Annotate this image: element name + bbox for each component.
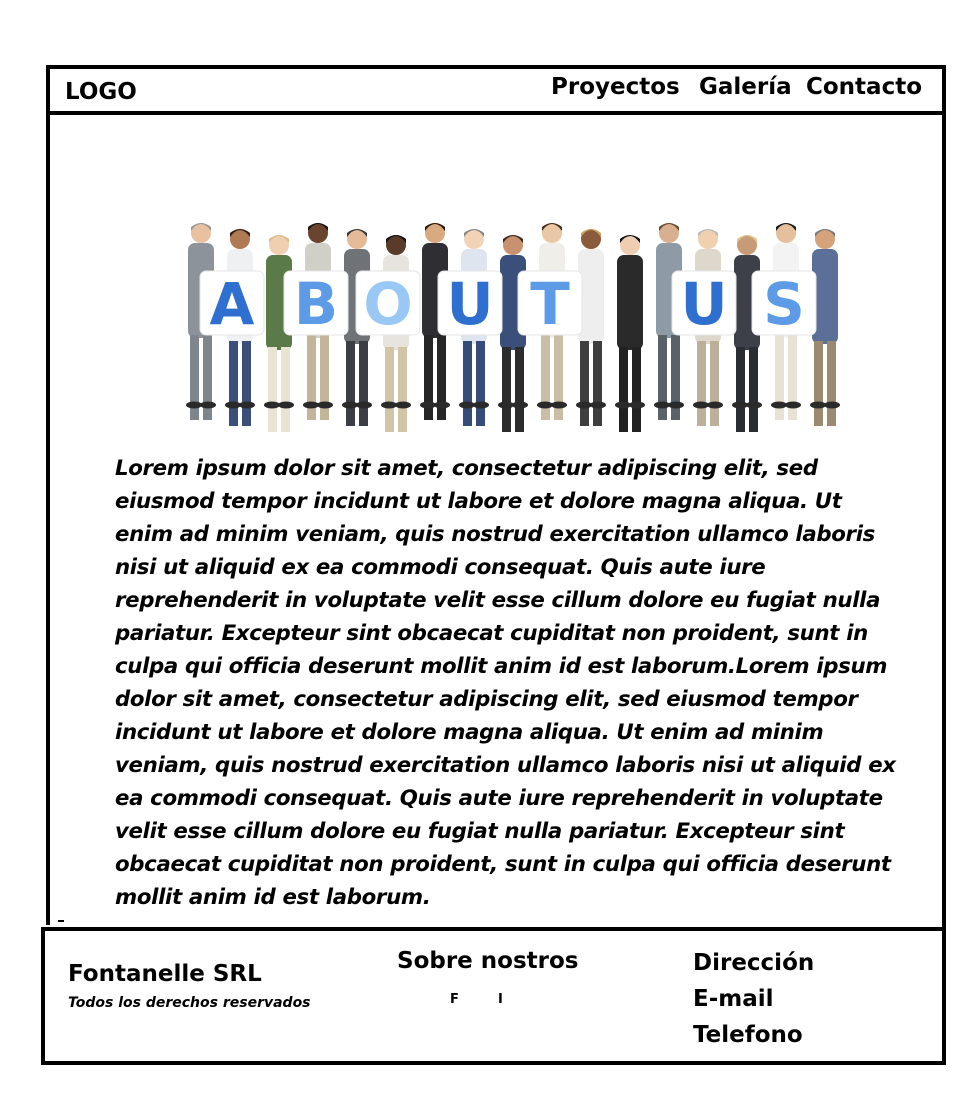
person-figure [615,235,645,432]
letter-card-text: A [210,270,255,338]
instagram-icon[interactable]: I [498,992,503,1007]
frame-border-right [942,65,946,1065]
letter-card-text: O [363,270,412,338]
facebook-icon[interactable]: F [450,992,459,1007]
frame-border-top [46,65,946,69]
letter-card: T [517,270,583,338]
footer-address-link[interactable]: Dirección [693,950,814,976]
nav-link-proyectos[interactable]: Proyectos [551,74,680,100]
letter-card: S [751,270,817,338]
letter-card: U [671,270,737,338]
nav-link-galeria[interactable]: Galería [699,74,792,100]
footer-company-name: Fontanelle SRL [68,961,262,987]
footer-about-link[interactable]: Sobre nostros [397,948,578,974]
letter-card: B [283,270,349,338]
letter-card: O [355,270,421,338]
footer-border-bottom [41,1061,946,1065]
letter-card-text: U [446,270,493,338]
letter-card-text: U [680,270,727,338]
footer-border-left [41,927,45,1063]
footer-phone-link[interactable]: Telefono [693,1022,803,1048]
frame-border-left [46,65,50,925]
about-us-hero-image: ABOUTUS [186,223,840,432]
footer-rights-text: Todos los derechos reservados [68,995,311,1011]
footer-email-link[interactable]: E-mail [693,986,774,1012]
letter-card-text: T [530,270,570,338]
stray-mark [58,920,64,922]
letter-card: A [199,270,265,338]
about-paragraph: Lorem ipsum dolor sit amet, consectetur … [115,456,896,910]
header-divider [50,111,946,115]
letter-card-text: B [294,270,338,338]
footer-divider [41,927,946,931]
letter-card: U [437,270,503,338]
letter-card-text: S [763,270,805,338]
nav-link-contacto[interactable]: Contacto [806,74,922,100]
logo[interactable]: LOGO [65,79,137,105]
